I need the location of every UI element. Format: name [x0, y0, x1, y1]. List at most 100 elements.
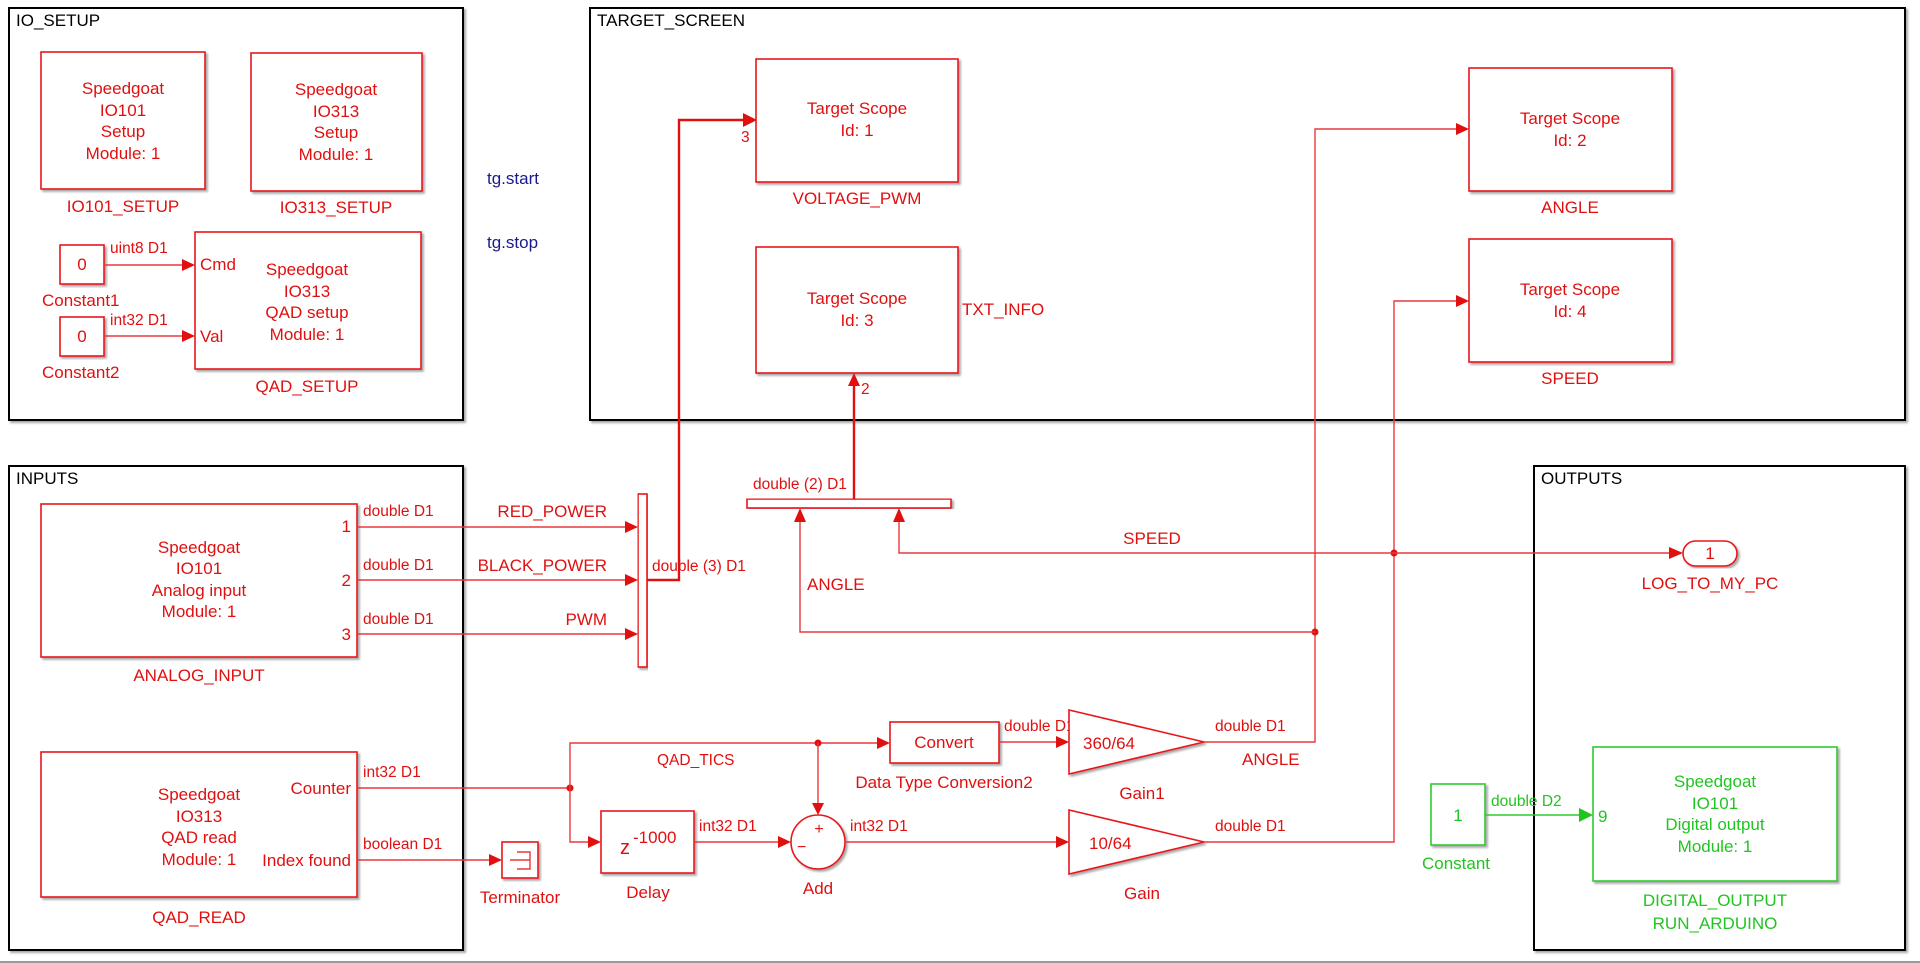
block-line: Target Scope	[1520, 280, 1620, 299]
block-line: Module: 1	[162, 850, 237, 869]
wire-add-to-gain[interactable]: int32 D1	[845, 818, 1069, 848]
block-line: Id: 1	[840, 121, 873, 140]
block-line: IO313	[284, 282, 330, 301]
gain-value: 10/64	[1089, 834, 1132, 853]
block-line: Speedgoat	[158, 785, 241, 804]
block-name: SPEED	[1541, 369, 1599, 388]
port-label: Index found	[262, 851, 351, 870]
callback-stop-link[interactable]: tg.stop	[487, 233, 538, 252]
signal-label: double D1	[363, 557, 434, 574]
port-label: 3	[342, 625, 351, 644]
scope3-box	[755, 246, 959, 374]
arrow-icon	[812, 803, 824, 815]
signal-label: double D1	[1215, 718, 1286, 735]
block-name: QAD_READ	[152, 908, 246, 927]
delay-base: z	[620, 837, 630, 859]
signal-label: double D1	[1215, 818, 1286, 835]
signal-name: BLACK_POWER	[478, 556, 607, 575]
signal-label: double (3) D1	[652, 558, 746, 575]
delay-exponent: -1000	[633, 828, 676, 847]
signal-label: double D2	[1491, 793, 1562, 810]
mux3-block[interactable]	[637, 493, 648, 668]
arrow-icon	[1056, 736, 1069, 748]
block-name: Constant1	[42, 291, 120, 310]
callback-start-link[interactable]: tg.start	[487, 169, 539, 188]
block-add[interactable]: + − Add	[790, 814, 846, 898]
port-label: 9	[1598, 807, 1607, 826]
port-label: Val	[200, 327, 223, 346]
signal-label: double (2) D1	[753, 476, 847, 493]
arrow-icon	[877, 737, 890, 749]
signal-label: double D1	[363, 503, 434, 520]
block-name: Constant	[1422, 854, 1490, 873]
signal-name: ANGLE	[807, 575, 865, 594]
block-line: Module: 1	[270, 325, 345, 344]
arrow-icon	[778, 836, 791, 848]
io101-setup-box	[40, 51, 206, 190]
arrow-icon	[1056, 836, 1069, 848]
block-line: Analog input	[152, 581, 247, 600]
block-line: Setup	[101, 122, 145, 141]
signal-name: SPEED	[1123, 529, 1181, 548]
block-name: Constant2	[42, 363, 120, 382]
scope2-box	[1468, 67, 1673, 192]
area-target-screen-title: TARGET_SCREEN	[597, 11, 745, 30]
arrow-icon	[625, 574, 638, 586]
arrow-icon	[625, 521, 638, 533]
block-name: VOLTAGE_PWM	[793, 189, 922, 208]
area-io-setup-title: IO_SETUP	[16, 11, 100, 30]
block-name: Delay	[626, 883, 670, 902]
simulink-canvas: IO_SETUP TARGET_SCREEN INPUTS OUTPUTS Sp…	[8, 7, 1906, 951]
block-line: IO101	[1692, 794, 1738, 813]
block-line: Setup	[314, 123, 358, 142]
block-terminator[interactable]: Terminator	[480, 841, 561, 907]
block-constant[interactable]: 1 Constant	[1422, 783, 1490, 873]
constant-value: 1	[1453, 806, 1462, 825]
outport-number: 1	[1705, 544, 1714, 563]
block-name: Gain	[1124, 884, 1160, 903]
port-label: 1	[342, 517, 351, 536]
block-line: QAD setup	[265, 303, 348, 322]
block-line: Module: 1	[299, 145, 374, 164]
signal-label: int32 D1	[699, 818, 757, 835]
arrow-icon	[893, 508, 905, 522]
block-delay[interactable]: z -1000 Delay	[600, 810, 695, 902]
gain1-value: 360/64	[1083, 734, 1135, 753]
port-label: Cmd	[200, 255, 236, 274]
io313-setup-box	[250, 52, 423, 192]
block-line: Target Scope	[1520, 109, 1620, 128]
block-name: Terminator	[480, 888, 561, 907]
block-line: Module: 1	[1678, 837, 1753, 856]
add-minus-sign: −	[797, 839, 806, 856]
block-line: Speedgoat	[82, 79, 165, 98]
block-line: Target Scope	[807, 99, 907, 118]
block-name: IO313_SETUP	[280, 198, 392, 217]
block-name: RUN_ARDUINO	[1653, 914, 1778, 933]
wire-delay-to-add[interactable]: int32 D1	[694, 818, 791, 848]
block-name: Gain1	[1119, 784, 1164, 803]
wire-convert-to-gain1[interactable]: double D1	[999, 718, 1075, 748]
port-width-label: 3	[741, 129, 750, 146]
signal-label: double D1	[363, 611, 434, 628]
block-line: Speedgoat	[295, 80, 378, 99]
block-name: Add	[803, 879, 833, 898]
signal-name: QAD_TICS	[657, 752, 735, 769]
signal-name: ANGLE	[1242, 750, 1300, 769]
signal-label: boolean D1	[363, 836, 442, 853]
block-name: LOG_TO_MY_PC	[1642, 574, 1779, 593]
mux2-block[interactable]	[746, 498, 952, 509]
block-gain1[interactable]: 360/64 Gain1	[1068, 708, 1205, 803]
arrow-icon	[489, 854, 502, 866]
block-name: QAD_SETUP	[256, 377, 359, 396]
signal-label: double D1	[1004, 718, 1075, 735]
digital-output-box	[1592, 746, 1838, 882]
add-plus-sign: +	[814, 821, 823, 838]
arrow-icon	[794, 508, 806, 522]
port-width-label: 2	[861, 381, 870, 398]
constant2-value: 0	[77, 327, 86, 346]
block-line: Speedgoat	[158, 538, 241, 557]
block-name: DIGITAL_OUTPUT	[1643, 891, 1787, 910]
port-label: 2	[342, 571, 351, 590]
block-name: Data Type Conversion2	[855, 773, 1032, 792]
block-gain[interactable]: 10/64 Gain	[1068, 808, 1205, 903]
